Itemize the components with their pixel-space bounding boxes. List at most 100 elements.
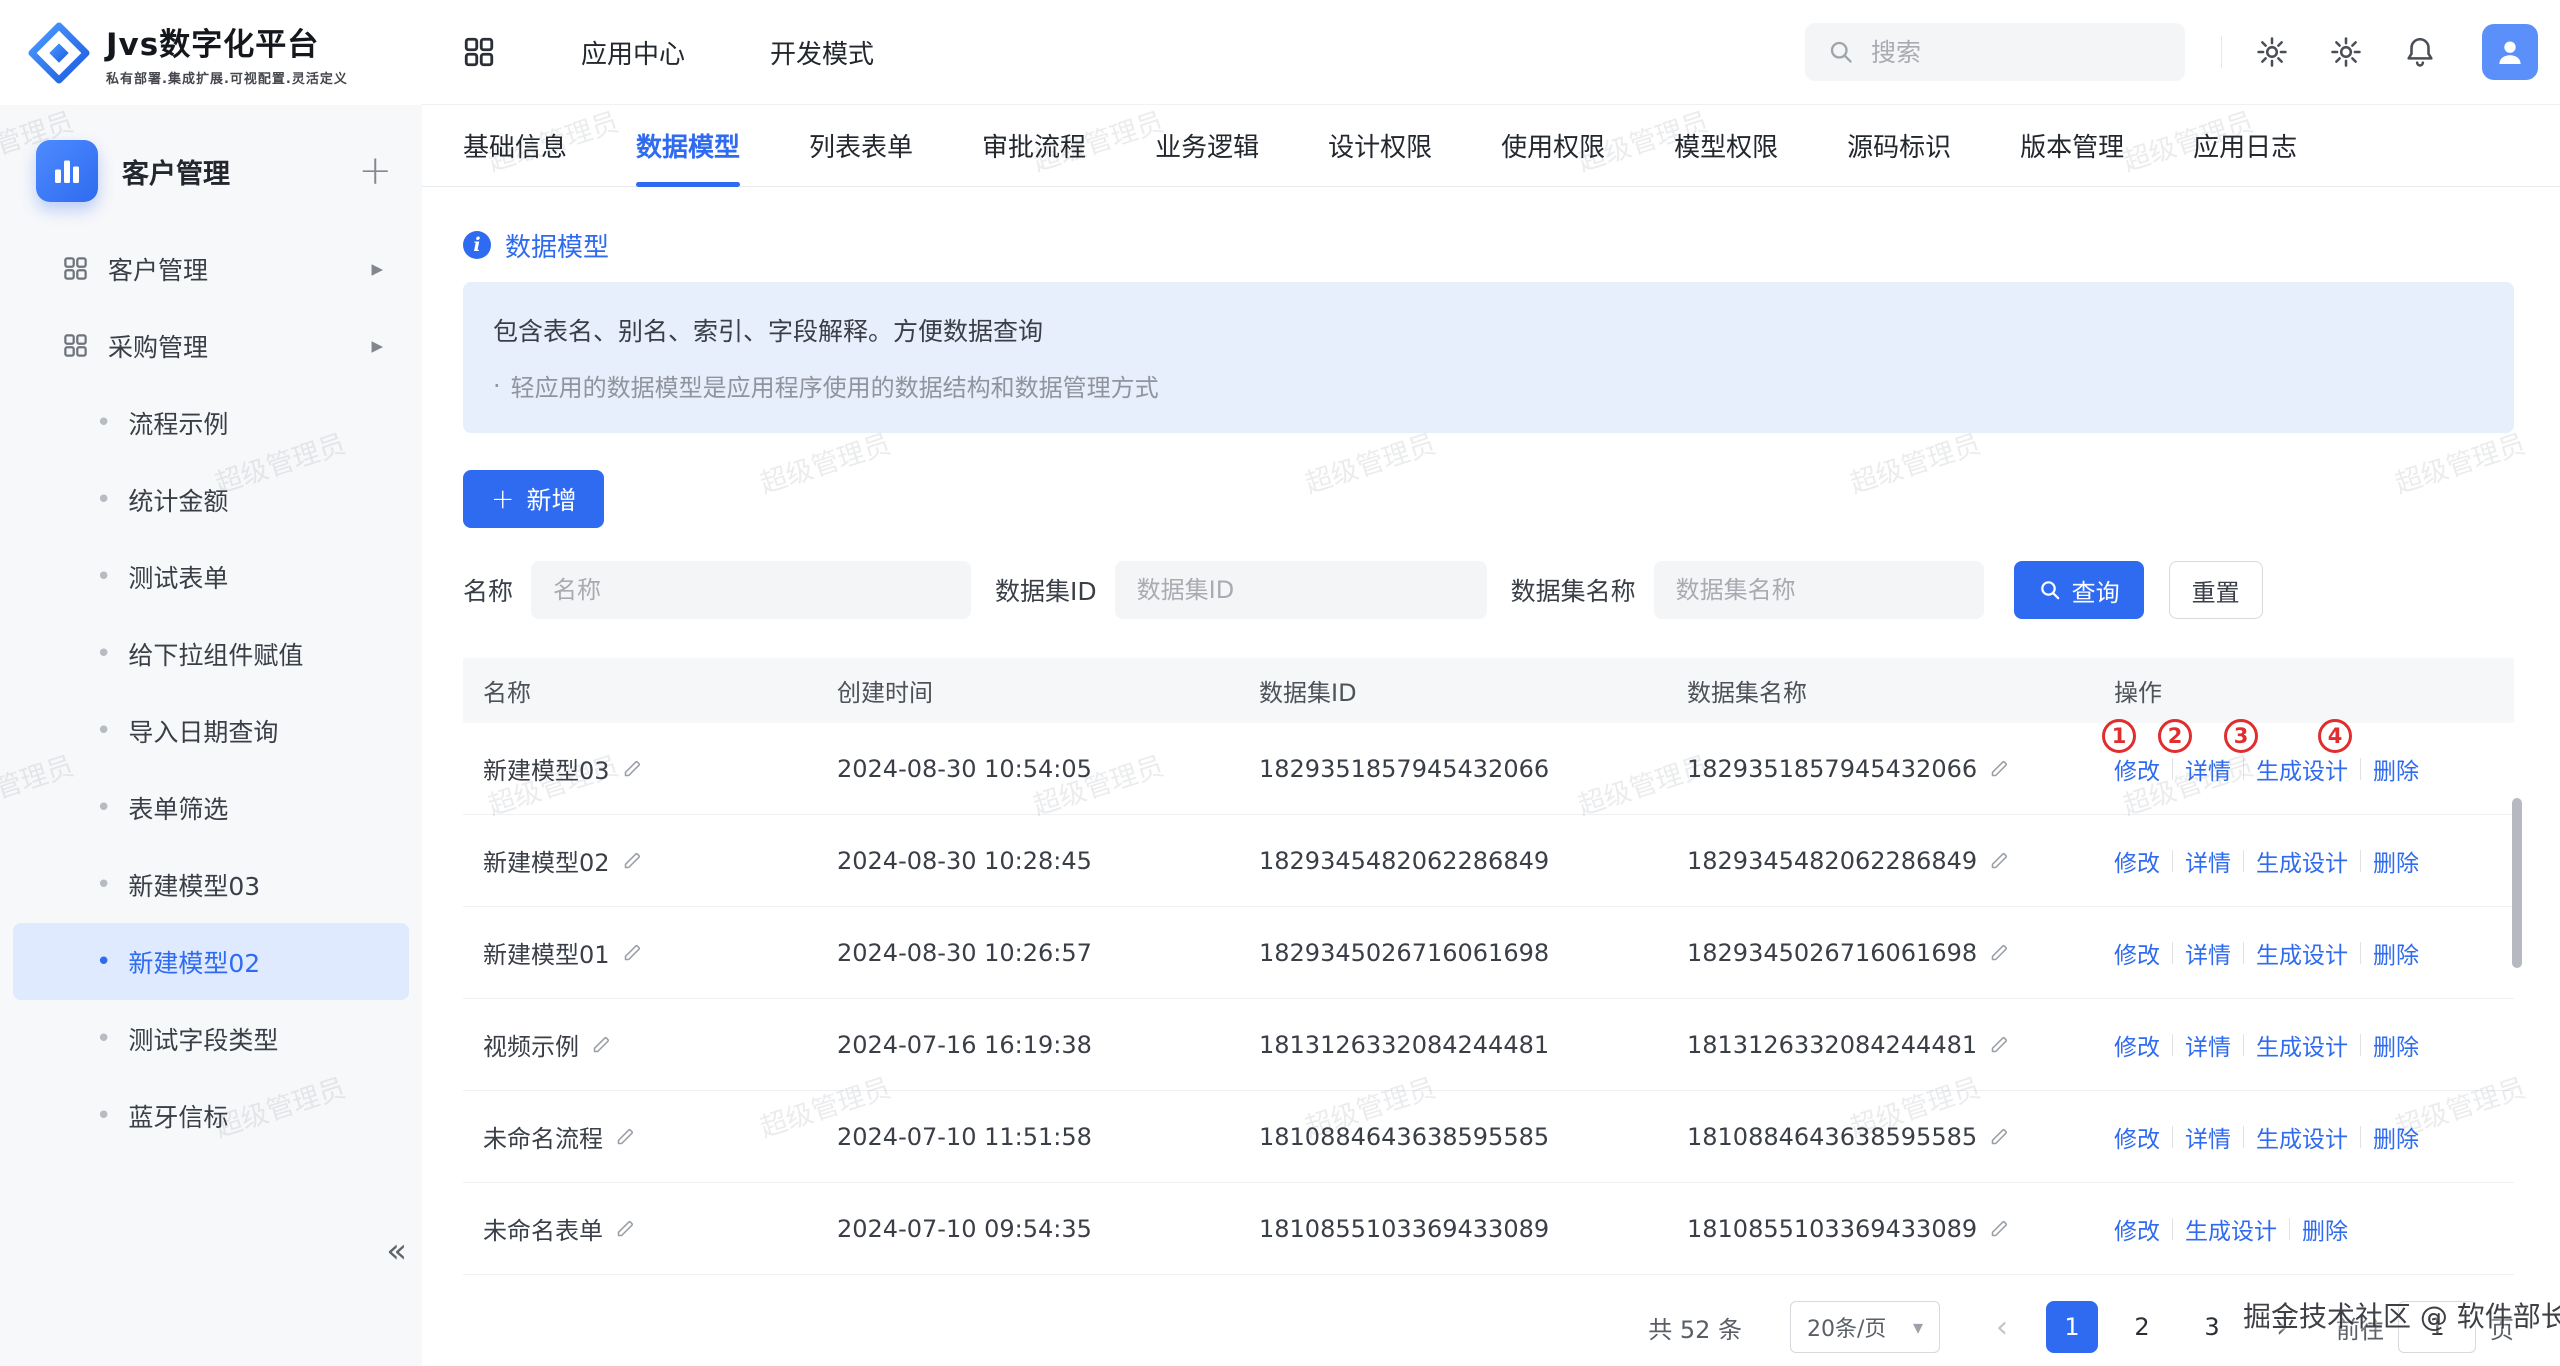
sidebar-item-6[interactable]: •导入日期查询 — [13, 692, 409, 769]
global-search[interactable] — [1805, 23, 2185, 81]
action-link-2[interactable]: 删除 — [2302, 1212, 2348, 1246]
sidebar-item-1[interactable]: 采购管理▸ — [13, 307, 409, 384]
tab-7[interactable]: 模型权限 — [1674, 105, 1778, 186]
dataset-name-text: 1829351857945432066 — [1687, 755, 1977, 783]
edit-pencil-icon[interactable] — [615, 1126, 636, 1147]
edit-pencil-icon[interactable] — [1989, 942, 2010, 963]
action-link-2[interactable]: 生成设计 — [2256, 752, 2348, 786]
tab-9[interactable]: 版本管理 — [2020, 105, 2124, 186]
sidebar-item-7[interactable]: •表单筛选 — [13, 769, 409, 846]
bell-icon[interactable] — [2400, 32, 2440, 72]
info-icon: i — [463, 231, 491, 259]
tab-8[interactable]: 源码标识 — [1847, 105, 1951, 186]
dataset-id-filter-input[interactable] — [1115, 561, 1487, 619]
cell-created-time: 2024-07-10 11:51:58 — [837, 1091, 1259, 1182]
action-link-3[interactable]: 删除 — [2373, 1028, 2419, 1062]
edit-pencil-icon[interactable] — [622, 758, 643, 779]
action-link-1[interactable]: 生成设计 — [2185, 1212, 2277, 1246]
edit-pencil-icon[interactable] — [1989, 850, 2010, 871]
edit-pencil-icon[interactable] — [1989, 1218, 2010, 1239]
action-link-0[interactable]: 修改 — [2114, 1212, 2160, 1246]
dataset-name-filter-input[interactable] — [1654, 561, 1984, 619]
search-input[interactable] — [1871, 38, 2163, 67]
tab-0[interactable]: 基础信息 — [463, 105, 567, 186]
action-separator — [2243, 1034, 2244, 1056]
tab-5[interactable]: 设计权限 — [1328, 105, 1432, 186]
topnav-item-0[interactable]: 应用中心 — [581, 34, 685, 71]
tab-10[interactable]: 应用日志 — [2193, 105, 2297, 186]
action-link-1[interactable]: 详情 — [2185, 752, 2231, 786]
cell-dataset-id: 1829345482062286849 — [1259, 815, 1687, 906]
sidebar-item-2[interactable]: •流程示例 — [13, 384, 409, 461]
action-link-3[interactable]: 删除 — [2373, 1120, 2419, 1154]
scrollbar-thumb[interactable] — [2512, 798, 2522, 968]
sidebar-item-9[interactable]: •新建模型02 — [13, 923, 409, 1000]
bullet-icon: • — [96, 795, 111, 821]
action-link-3[interactable]: 删除 — [2373, 752, 2419, 786]
user-avatar[interactable] — [2482, 24, 2538, 80]
action-link-1[interactable]: 详情 — [2185, 936, 2231, 970]
sidebar-item-11[interactable]: •蓝牙信标 — [13, 1077, 409, 1154]
edit-pencil-icon[interactable] — [591, 1034, 612, 1055]
page-size-select[interactable]: 20条/页 ▾ — [1790, 1301, 1940, 1353]
tab-2[interactable]: 列表表单 — [809, 105, 913, 186]
app-launcher-icon[interactable] — [462, 35, 496, 69]
query-button[interactable]: 查询 — [2014, 561, 2144, 619]
edit-pencil-icon[interactable] — [1989, 758, 2010, 779]
page-button-2[interactable]: 2 — [2116, 1301, 2168, 1353]
page-button-3[interactable]: 3 — [2186, 1301, 2238, 1353]
edit-pencil-icon[interactable] — [1989, 1034, 2010, 1055]
sidebar-collapse-button[interactable]: « — [386, 1231, 404, 1271]
cell-created-time: 2024-07-10 09:54:35 — [837, 1183, 1259, 1274]
bullet-icon: • — [96, 564, 111, 590]
logo-title: Jvs数字化平台 — [106, 19, 348, 64]
info-description: 包含表名、别名、索引、字段解释。方便数据查询 — [493, 312, 2484, 348]
action-link-0[interactable]: 修改 — [2114, 1028, 2160, 1062]
action-link-2[interactable]: 生成设计 — [2256, 1028, 2348, 1062]
action-link-1[interactable]: 详情 — [2185, 1028, 2231, 1062]
sidebar-item-5[interactable]: •给下拉组件赋值 — [13, 615, 409, 692]
theme-gear-icon[interactable] — [2252, 32, 2292, 72]
action-link-0[interactable]: 修改 — [2114, 1120, 2160, 1154]
edit-pencil-icon[interactable] — [1989, 1126, 2010, 1147]
reset-button[interactable]: 重置 — [2169, 561, 2263, 619]
tab-1[interactable]: 数据模型 — [636, 105, 740, 186]
action-link-2[interactable]: 生成设计 — [2256, 844, 2348, 878]
edit-pencil-icon[interactable] — [615, 1218, 636, 1239]
sidebar-item-4[interactable]: •测试表单 — [13, 538, 409, 615]
sidebar-item-3[interactable]: •统计金额 — [13, 461, 409, 538]
action-link-0[interactable]: 修改 — [2114, 844, 2160, 878]
tab-4[interactable]: 业务逻辑 — [1155, 105, 1259, 186]
edit-pencil-icon[interactable] — [622, 850, 643, 871]
action-link-0[interactable]: 修改 — [2114, 752, 2160, 786]
settings-gear-icon[interactable] — [2326, 32, 2366, 72]
annotation-circle-4: 4 — [2318, 719, 2352, 753]
bullet-icon: • — [96, 1103, 111, 1129]
cell-dataset-id: 1810855103369433089 — [1259, 1183, 1687, 1274]
sidebar-item-0[interactable]: 客户管理▸ — [13, 230, 409, 307]
action-link-2[interactable]: 生成设计 — [2256, 936, 2348, 970]
prev-page-button[interactable]: ‹ — [1976, 1301, 2028, 1353]
sidebar-item-8[interactable]: •新建模型03 — [13, 846, 409, 923]
topnav-item-1[interactable]: 开发模式 — [770, 34, 874, 71]
tab-3[interactable]: 审批流程 — [982, 105, 1086, 186]
page-button-1[interactable]: 1 — [2046, 1301, 2098, 1353]
sidebar-add-button[interactable]: + — [358, 151, 392, 191]
action-link-1[interactable]: 详情 — [2185, 844, 2231, 878]
action-link-1[interactable]: 详情 — [2185, 1120, 2231, 1154]
app-root: Jvs数字化平台 私有部署.集成扩展.可视配置.灵活定义 客户管理 + 客户管理… — [0, 0, 2560, 1366]
cell-actions: 修改详情生成设计删除 — [2114, 1091, 2514, 1182]
tab-6[interactable]: 使用权限 — [1501, 105, 1605, 186]
cell-actions: 修改详情生成设计删除1234 — [2114, 723, 2514, 814]
action-link-3[interactable]: 删除 — [2373, 936, 2419, 970]
action-link-0[interactable]: 修改 — [2114, 936, 2160, 970]
name-filter-input[interactable] — [531, 561, 971, 619]
add-button[interactable]: + 新增 — [463, 470, 604, 528]
action-link-3[interactable]: 删除 — [2373, 844, 2419, 878]
sidebar-item-10[interactable]: •测试字段类型 — [13, 1000, 409, 1077]
action-link-2[interactable]: 生成设计 — [2256, 1120, 2348, 1154]
dataset-name-text: 1829345026716061698 — [1687, 939, 1977, 967]
main-area: 应用中心 开发模式 — [422, 0, 2560, 1366]
cell-created-time: 2024-08-30 10:28:45 — [837, 815, 1259, 906]
edit-pencil-icon[interactable] — [622, 942, 643, 963]
